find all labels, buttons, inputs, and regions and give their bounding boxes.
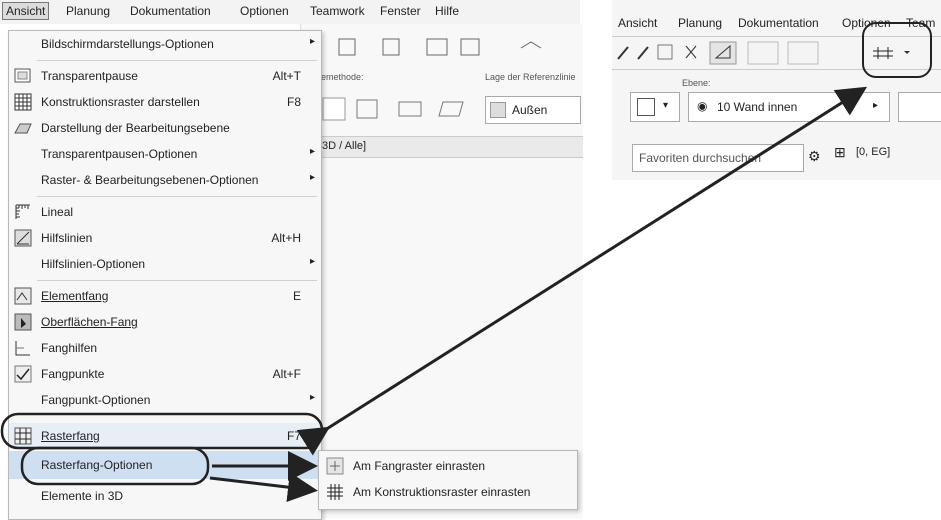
arrow-to-toolbar xyxy=(296,86,868,456)
rasterfang-highlight-circle xyxy=(0,412,324,450)
annotation-overlay xyxy=(0,86,868,503)
arrow-to-submenu-2 xyxy=(209,472,318,503)
rasterfang-optionen-highlight-circle xyxy=(20,446,210,486)
